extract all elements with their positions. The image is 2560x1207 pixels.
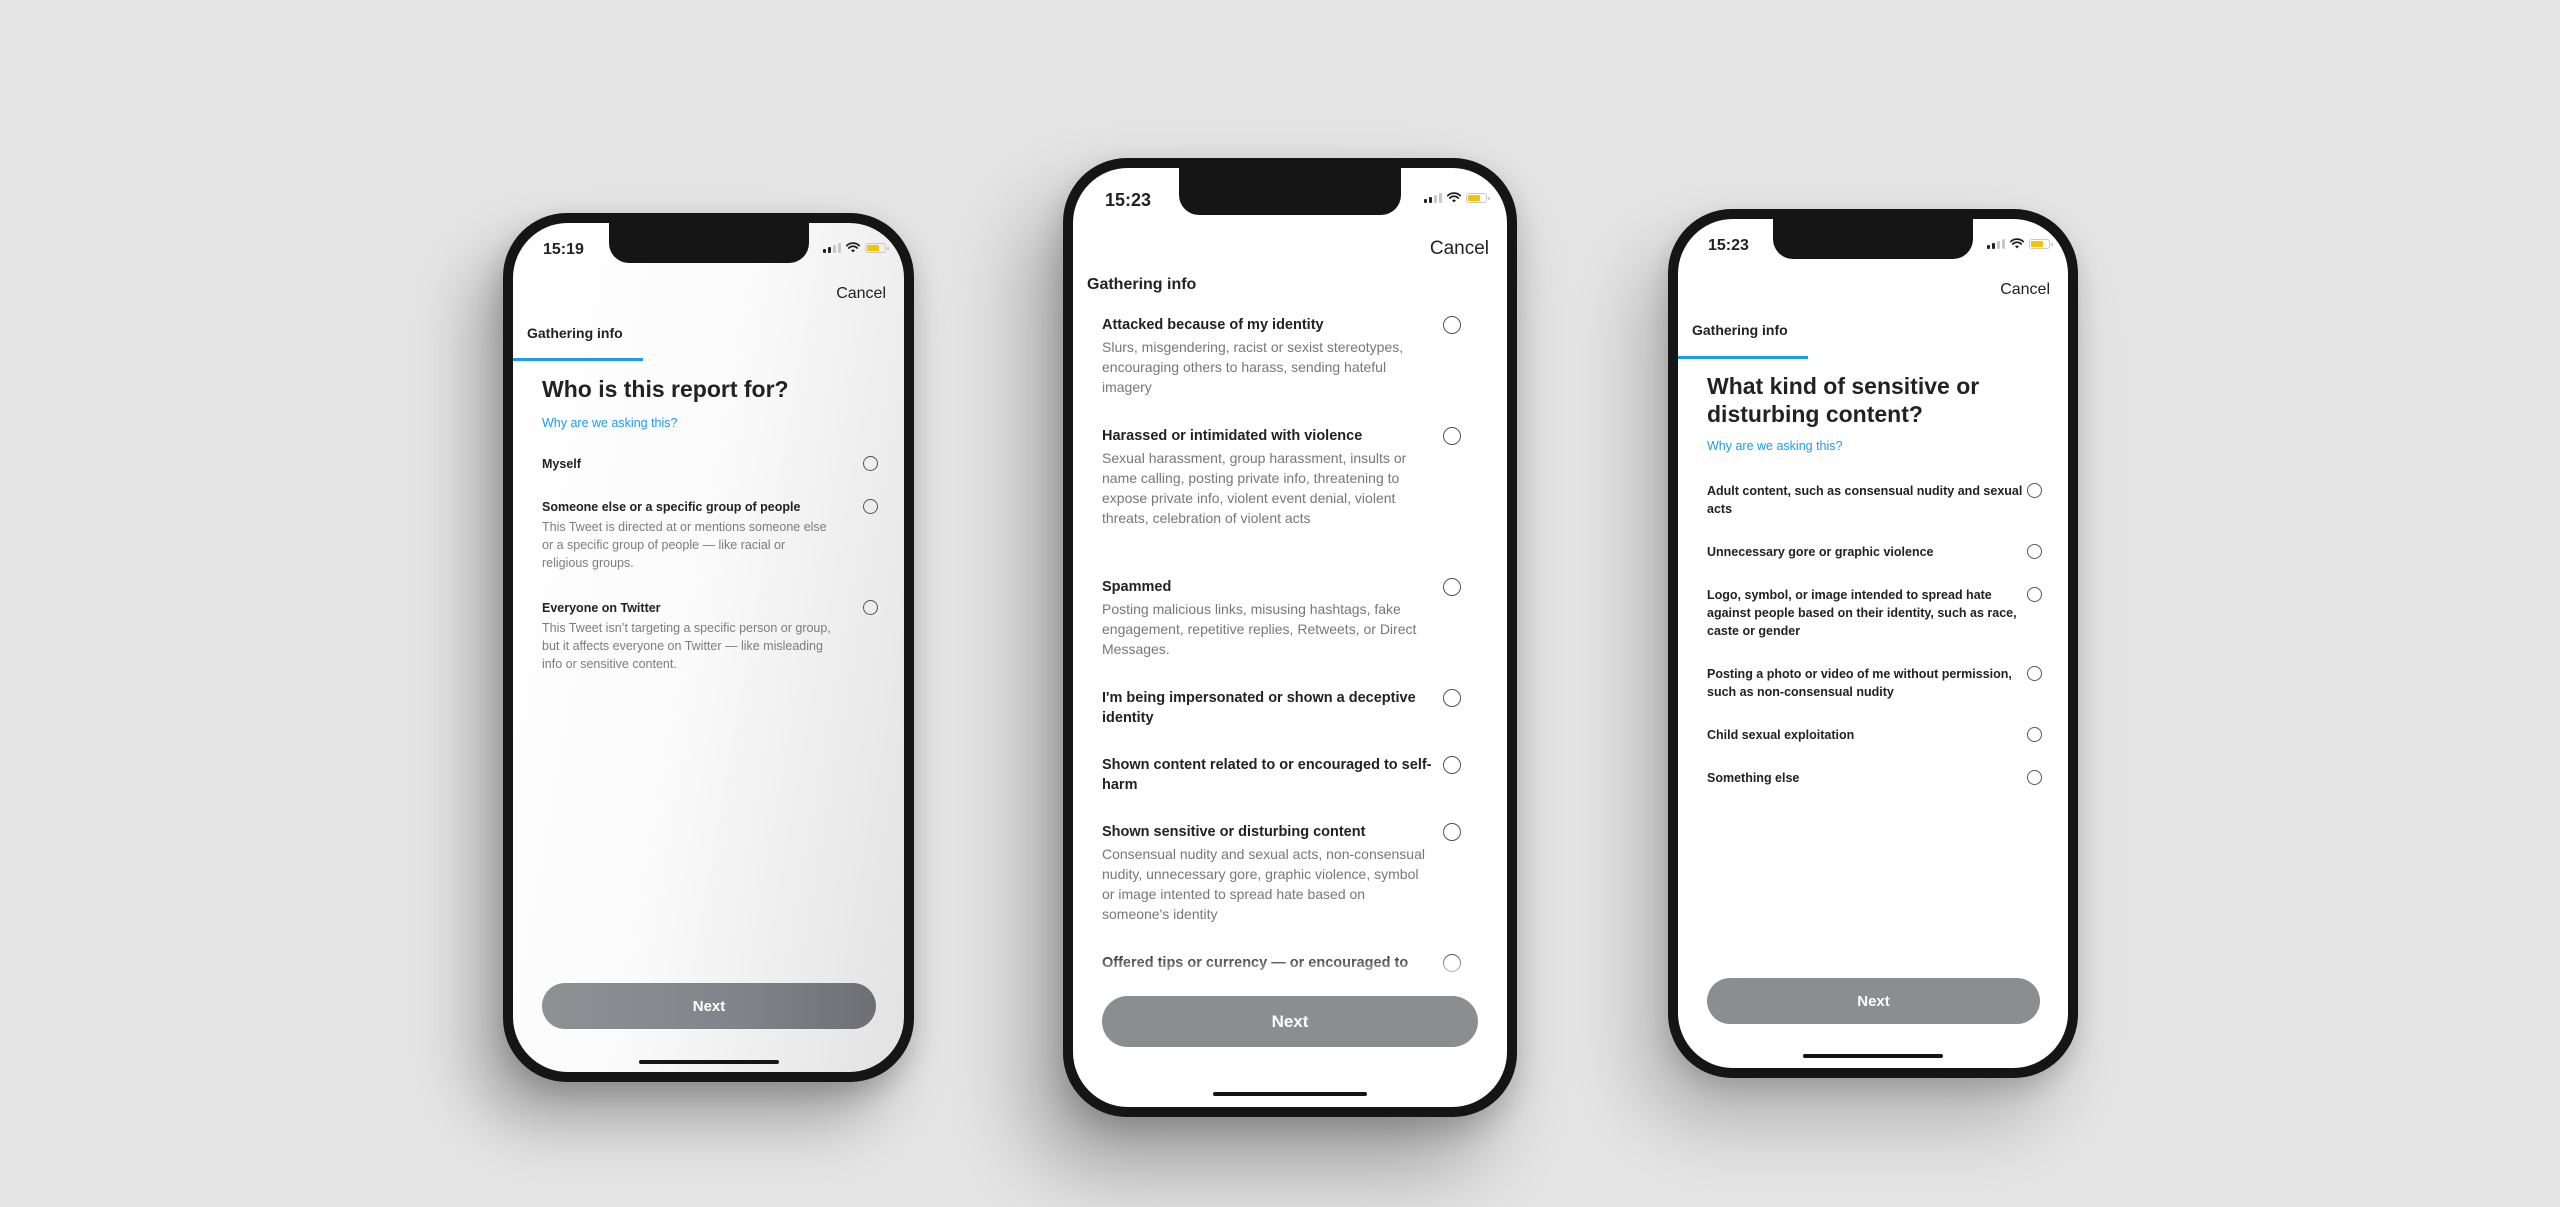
radio-button[interactable] (863, 499, 878, 514)
radio-button[interactable] (2027, 666, 2042, 681)
radio-button[interactable] (1443, 427, 1461, 445)
option-label: Something else (1707, 771, 1800, 785)
option-description: Consensual nudity and sexual acts, non-c… (1102, 846, 1425, 922)
option-label: I'm being impersonated or shown a decept… (1102, 690, 1416, 726)
radio-button[interactable] (1443, 578, 1461, 596)
option-label: Attacked because of my identity (1102, 317, 1324, 333)
next-button[interactable]: Next (1707, 978, 2040, 1024)
battery-icon (865, 242, 889, 253)
radio-button[interactable] (2027, 483, 2042, 498)
option-label: Shown content related to or encouraged t… (1102, 757, 1432, 793)
option-sensitive-content[interactable]: Shown sensitive or disturbing content Co… (1102, 822, 1461, 924)
radio-button[interactable] (2027, 544, 2042, 559)
option-myself[interactable]: Myself (542, 455, 878, 473)
tab-gathering-info: Gathering info (1087, 276, 1197, 293)
phone-screen: 15:23 Cancel Gathering info What kind of… (1678, 219, 2068, 1068)
option-spammed[interactable]: Spammed Posting malicious links, misusin… (1102, 577, 1461, 659)
phone-screen: 15:23 Cancel Gathering info Attacked bec… (1073, 168, 1507, 1107)
tab-progress-indicator (1678, 356, 1808, 359)
why-asking-link[interactable]: Why are we asking this? (1707, 439, 1842, 453)
status-icons (1987, 238, 2053, 249)
option-description: Slurs, misgendering, racist or sexist st… (1102, 339, 1404, 395)
page-title: Who is this report for? (542, 376, 789, 402)
option-label: Adult content, such as consensual nudity… (1707, 484, 2023, 516)
option-gore[interactable]: Unnecessary gore or graphic violence (1707, 543, 2042, 561)
wifi-icon (2010, 238, 2024, 249)
radio-button[interactable] (1443, 689, 1461, 707)
option-harassed-violence[interactable]: Harassed or intimidated with violence Se… (1102, 426, 1461, 528)
option-label: Myself (542, 457, 581, 471)
next-button[interactable]: Next (542, 983, 876, 1029)
battery-icon (2029, 238, 2053, 249)
status-time: 15:19 (543, 241, 584, 258)
cancel-button[interactable]: Cancel (1430, 238, 1489, 260)
option-hate-symbol[interactable]: Logo, symbol, or image intended to sprea… (1707, 586, 2042, 640)
option-label: Child sexual exploitation (1707, 728, 1855, 742)
radio-button[interactable] (2027, 770, 2042, 785)
radio-button[interactable] (863, 600, 878, 615)
option-label: Unnecessary gore or graphic violence (1707, 545, 1934, 559)
option-something-else[interactable]: Something else (1707, 769, 2042, 787)
radio-button[interactable] (1443, 954, 1461, 972)
radio-button[interactable] (863, 456, 878, 471)
page-title: What kind of sensitive or disturbing con… (1707, 373, 1980, 427)
option-impersonated[interactable]: I'm being impersonated or shown a decept… (1102, 688, 1461, 728)
option-label: Spammed (1102, 579, 1172, 595)
phone-sensitive-content-type: 15:23 Cancel Gathering info What kind of… (1668, 209, 2078, 1078)
tab-gathering-info: Gathering info (527, 325, 623, 341)
option-adult-content[interactable]: Adult content, such as consensual nudity… (1707, 482, 2042, 518)
cancel-button[interactable]: Cancel (836, 285, 886, 303)
option-someone-else[interactable]: Someone else or a specific group of peop… (542, 498, 878, 572)
phone-screen: 15:19 Cancel Gathering info Who is this … (513, 223, 904, 1072)
next-button[interactable]: Next (1102, 996, 1478, 1047)
option-attacked-identity[interactable]: Attacked because of my identity Slurs, m… (1102, 315, 1461, 397)
phone-report-reason-list: 15:23 Cancel Gathering info Attacked bec… (1063, 158, 1517, 1117)
radio-button[interactable] (1443, 756, 1461, 774)
option-offered-tips[interactable]: Offered tips or currency — or encouraged… (1102, 953, 1461, 973)
radio-button[interactable] (2027, 587, 2042, 602)
option-label: Shown sensitive or disturbing content (1102, 824, 1366, 840)
status-time: 15:23 (1708, 237, 1749, 254)
status-icons (823, 242, 889, 253)
battery-icon (1466, 192, 1490, 203)
signal-icon (1987, 238, 2005, 249)
option-label: Posting a photo or video of me without p… (1707, 667, 2012, 699)
option-description: This Tweet isn’t targeting a specific pe… (542, 621, 831, 671)
option-description: Posting malicious links, misusing hashta… (1102, 601, 1417, 657)
wifi-icon (846, 242, 860, 253)
status-time: 15:23 (1105, 190, 1152, 210)
wifi-icon (1447, 192, 1461, 203)
option-photo-without-permission[interactable]: Posting a photo or video of me without p… (1707, 665, 2042, 701)
option-label: Logo, symbol, or image intended to sprea… (1707, 588, 2017, 638)
option-everyone[interactable]: Everyone on Twitter This Tweet isn’t tar… (542, 599, 878, 673)
notch (608, 223, 809, 263)
why-asking-link[interactable]: Why are we asking this? (542, 416, 677, 430)
radio-button[interactable] (1443, 823, 1461, 841)
notch (1179, 168, 1401, 215)
cancel-button[interactable]: Cancel (2000, 281, 2050, 299)
home-indicator (1803, 1054, 1943, 1058)
option-label: Harassed or intimidated with violence (1102, 428, 1363, 444)
status-icons (1424, 192, 1490, 203)
option-label: Everyone on Twitter (542, 601, 661, 615)
option-child-exploitation[interactable]: Child sexual exploitation (1707, 726, 2042, 744)
option-label: Offered tips or currency — or encouraged… (1102, 955, 1409, 971)
radio-button[interactable] (1443, 316, 1461, 334)
signal-icon (823, 242, 841, 253)
signal-icon (1424, 192, 1442, 203)
home-indicator (1213, 1092, 1367, 1096)
option-description: This Tweet is directed at or mentions so… (542, 520, 827, 570)
home-indicator (638, 1060, 779, 1064)
option-description: Sexual harassment, group harassment, ins… (1102, 450, 1407, 526)
tab-progress-indicator (513, 358, 643, 361)
phone-who-is-report-for: 15:19 Cancel Gathering info Who is this … (503, 213, 914, 1082)
radio-button[interactable] (2027, 727, 2042, 742)
notch (1773, 219, 1973, 259)
option-label: Someone else or a specific group of peop… (542, 500, 801, 514)
option-self-harm[interactable]: Shown content related to or encouraged t… (1102, 755, 1461, 795)
tab-gathering-info: Gathering info (1692, 322, 1788, 338)
